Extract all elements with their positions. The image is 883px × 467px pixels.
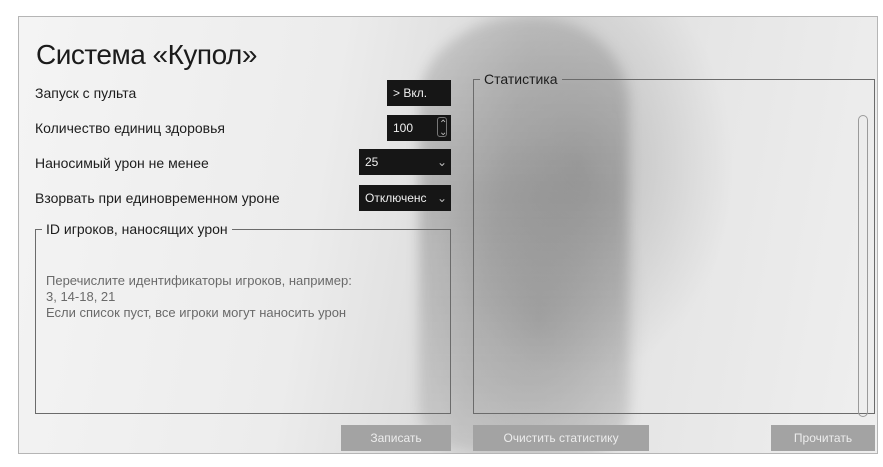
stats-scrollbar[interactable] (858, 115, 868, 417)
health-value: 100 (393, 121, 414, 135)
ids-group-legend: ID игроков, наносящих урон (46, 221, 228, 237)
ids-group: ID игроков, наносящих урон Перечислите и… (35, 221, 451, 414)
explode-select[interactable]: Отключенс ⌄ (359, 185, 451, 211)
write-button[interactable]: Записать (341, 425, 451, 451)
page-title: Система «Купол» (36, 39, 257, 70)
ids-input[interactable]: Перечислите идентификаторы игроков, напр… (46, 273, 426, 321)
app-window: Система «Купол» Запуск с пульта > Вкл. К… (18, 16, 878, 454)
damage-value: 25 (365, 155, 379, 169)
health-spinner[interactable]: 100 (387, 112, 451, 146)
stats-group: Статистика (473, 71, 875, 417)
spinner-arrows-icon[interactable] (437, 112, 447, 146)
clear-stats-button[interactable]: Очистить статистику (473, 425, 649, 451)
stats-group-legend: Статистика (484, 71, 558, 87)
health-label: Количество единиц здоровья (35, 120, 225, 136)
launch-toggle-button[interactable]: > Вкл. (387, 80, 451, 106)
chevron-down-icon: ⌄ (436, 191, 447, 205)
damage-select[interactable]: 25 ⌄ (359, 149, 451, 175)
chevron-down-icon: ⌄ (436, 155, 447, 169)
explode-label: Взорвать при единовременном уроне (35, 190, 280, 206)
damage-label: Наносимый урон не менее (35, 155, 209, 171)
launch-label: Запуск с пульта (35, 85, 137, 101)
read-button[interactable]: Прочитать (771, 425, 875, 451)
explode-value: Отключенс (365, 191, 427, 205)
